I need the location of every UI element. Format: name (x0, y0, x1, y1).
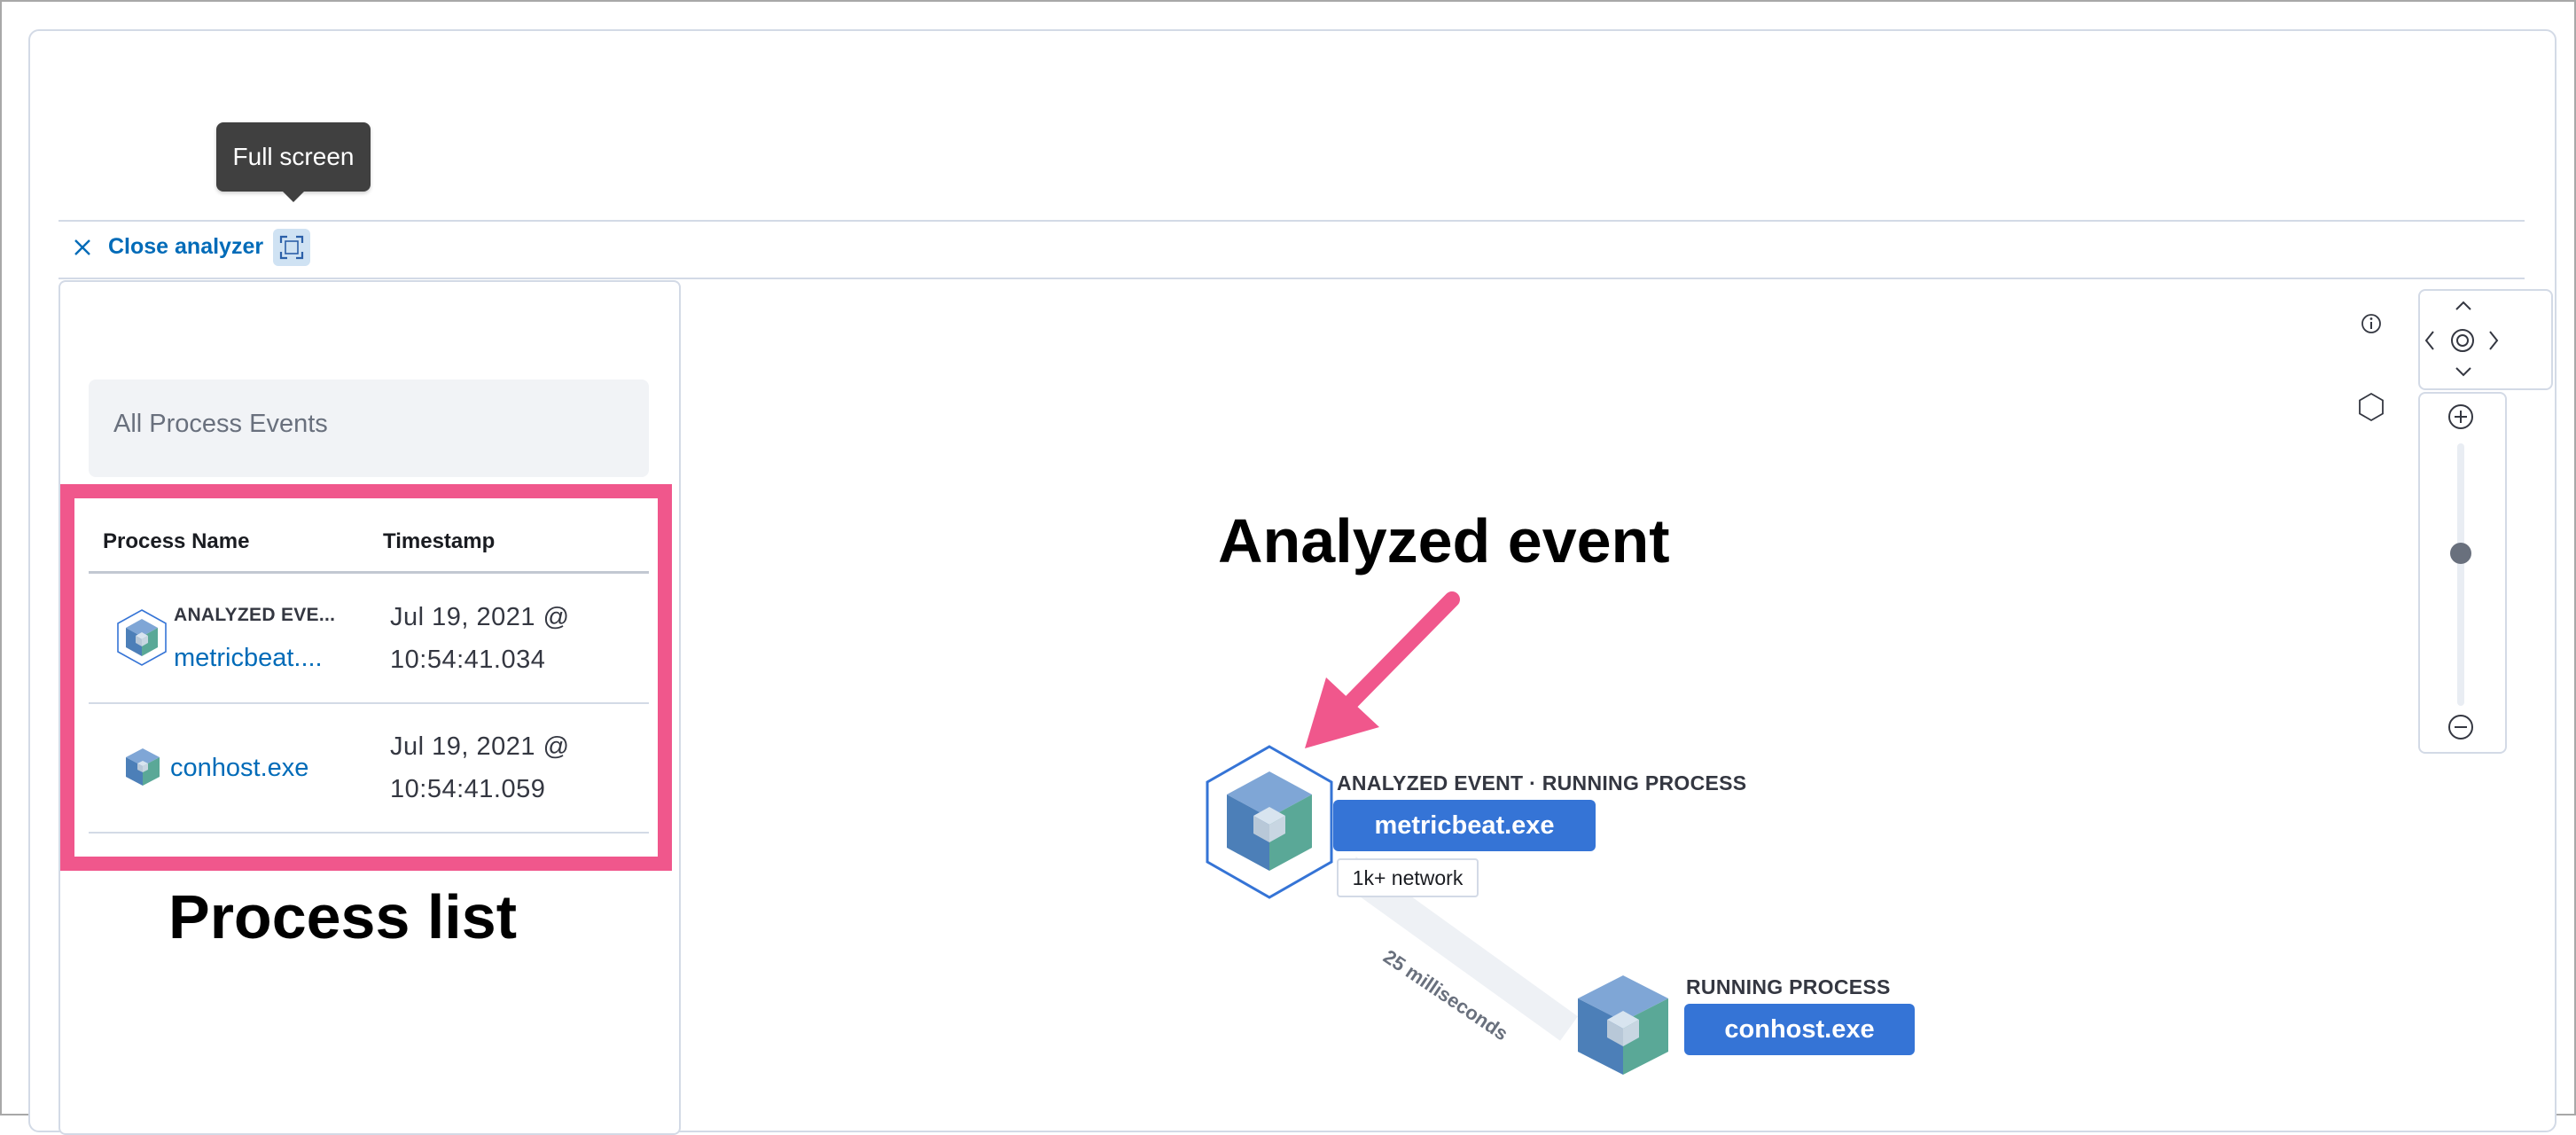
annotation-arrow (1305, 591, 1460, 748)
zoom-out-icon[interactable] (2447, 713, 2475, 741)
process-list-annotation: Process list (168, 882, 517, 951)
node-button-conhost[interactable]: conhost.exe (1684, 1004, 1915, 1055)
full-screen-icon (279, 235, 304, 260)
pan-right-icon[interactable] (2486, 326, 2502, 355)
analyzed-event-annotation: Analyzed event (1218, 506, 1670, 575)
close-analyzer-button[interactable]: Close analyzer (108, 234, 263, 260)
top-divider (59, 220, 2525, 222)
toolbar-divider (59, 278, 2525, 279)
zoom-slider-handle[interactable] (2450, 543, 2471, 564)
node-legend-icon[interactable] (2358, 392, 2385, 422)
center-icon[interactable] (2448, 326, 2477, 355)
process-node-tag: RUNNING PROCESS (1686, 975, 1891, 998)
full-screen-tooltip: Full screen (216, 122, 371, 202)
pan-up-icon[interactable] (2452, 298, 2475, 314)
node-button-metricbeat[interactable]: metricbeat.exe (1333, 800, 1596, 851)
analyzed-node-icon[interactable] (1202, 743, 1337, 901)
info-icon[interactable] (2360, 312, 2383, 335)
process-list-highlight (60, 484, 672, 871)
network-events-badge[interactable]: 1k+ network (1337, 858, 1479, 897)
full-screen-button[interactable] (273, 229, 310, 266)
pan-down-icon[interactable] (2452, 364, 2475, 380)
pan-left-icon[interactable] (2422, 326, 2438, 355)
close-icon[interactable] (73, 238, 92, 257)
zoom-slider-track[interactable] (2457, 443, 2464, 706)
zoom-in-icon[interactable] (2447, 403, 2475, 431)
analyzed-node-tag: ANALYZED EVENT · RUNNING PROCESS (1337, 771, 1747, 794)
process-node-icon[interactable] (1573, 970, 1674, 1080)
process-events-label: All Process Events (113, 410, 328, 438)
